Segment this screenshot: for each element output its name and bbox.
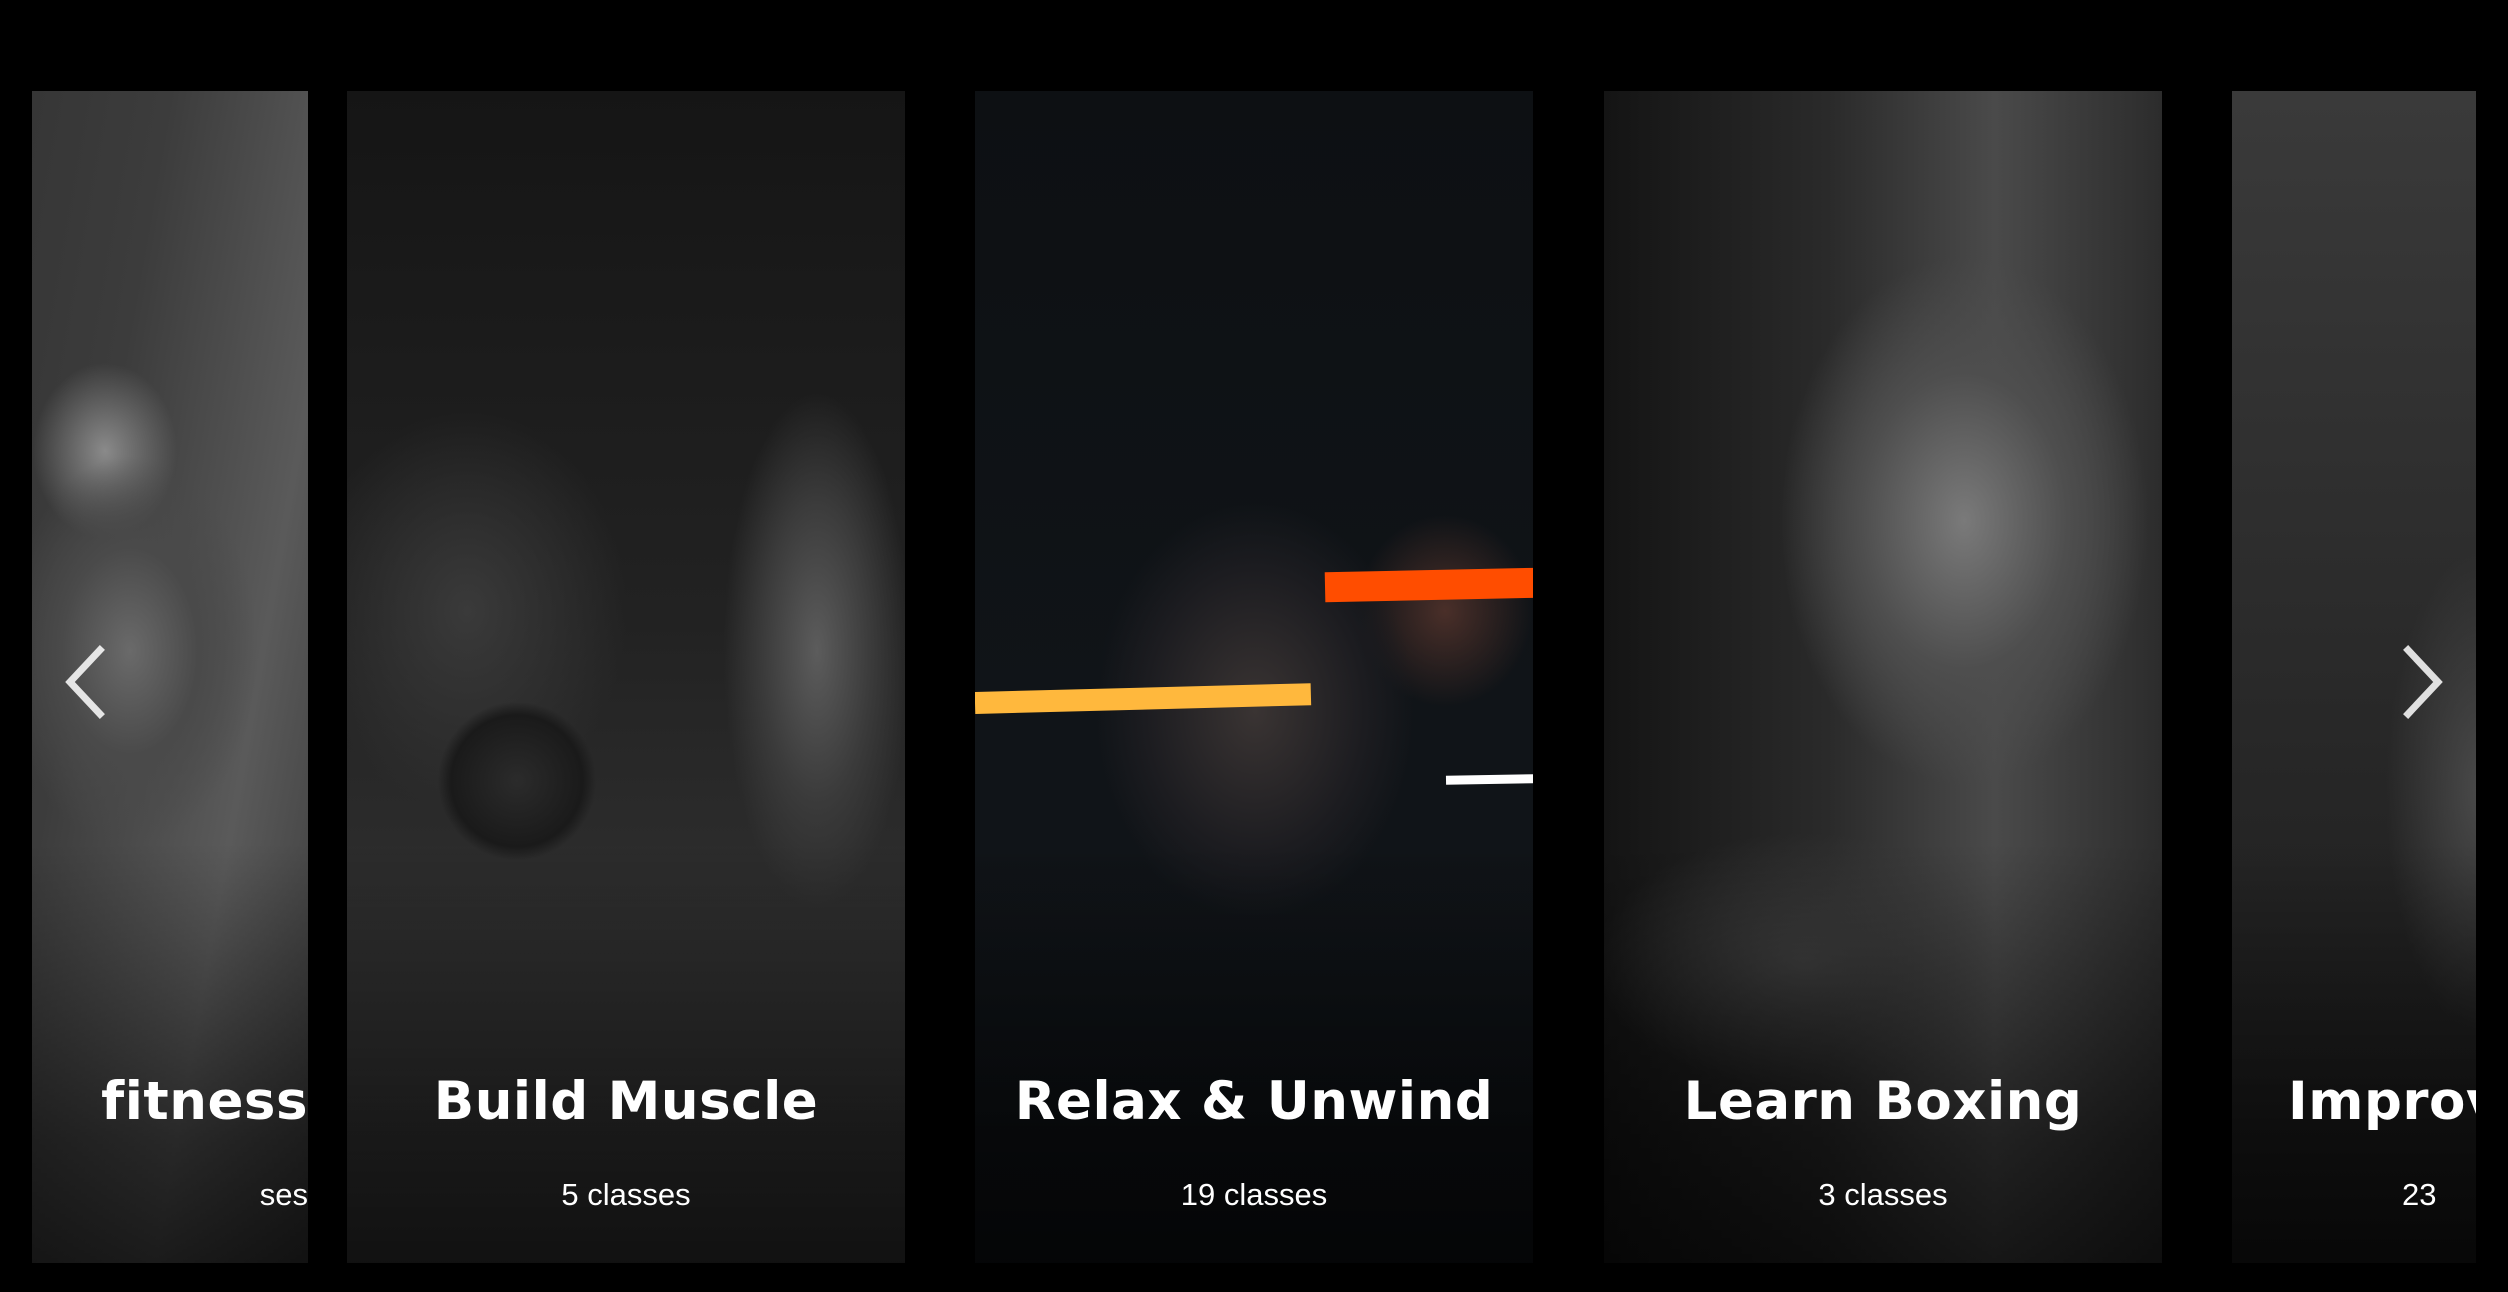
card-title: Learn Boxing bbox=[1683, 1071, 2083, 1132]
category-carousel: fitness ses Build Muscle 5 classes Relax… bbox=[0, 0, 2508, 1292]
card-class-count: 5 classes bbox=[561, 1177, 691, 1212]
card-title: Relax & Unwind bbox=[1014, 1071, 1494, 1132]
carousel-prev-button[interactable] bbox=[58, 642, 118, 722]
card-title: fitness bbox=[101, 1071, 308, 1132]
card-class-count: 23 bbox=[2402, 1177, 2437, 1212]
card-class-count: ses bbox=[259, 1177, 308, 1212]
category-card-relax-unwind[interactable]: Relax & Unwind 19 classes bbox=[975, 91, 1533, 1263]
card-class-count: 19 classes bbox=[1180, 1177, 1328, 1212]
carousel-viewport: fitness ses Build Muscle 5 classes Relax… bbox=[32, 91, 2476, 1263]
carousel-next-button[interactable] bbox=[2390, 642, 2450, 722]
chevron-left-icon bbox=[65, 645, 105, 719]
card-class-count: 3 classes bbox=[1818, 1177, 1948, 1212]
accent-stripe-orange bbox=[1324, 567, 1533, 603]
category-card-build-muscle[interactable]: Build Muscle 5 classes bbox=[347, 91, 905, 1263]
accent-stripe-white bbox=[1445, 774, 1533, 785]
category-card-learn-boxing[interactable]: Learn Boxing 3 classes bbox=[1604, 91, 2162, 1263]
chevron-right-icon bbox=[2403, 645, 2443, 719]
card-title: Improv bbox=[2288, 1071, 2476, 1132]
card-title: Build Muscle bbox=[433, 1071, 819, 1132]
